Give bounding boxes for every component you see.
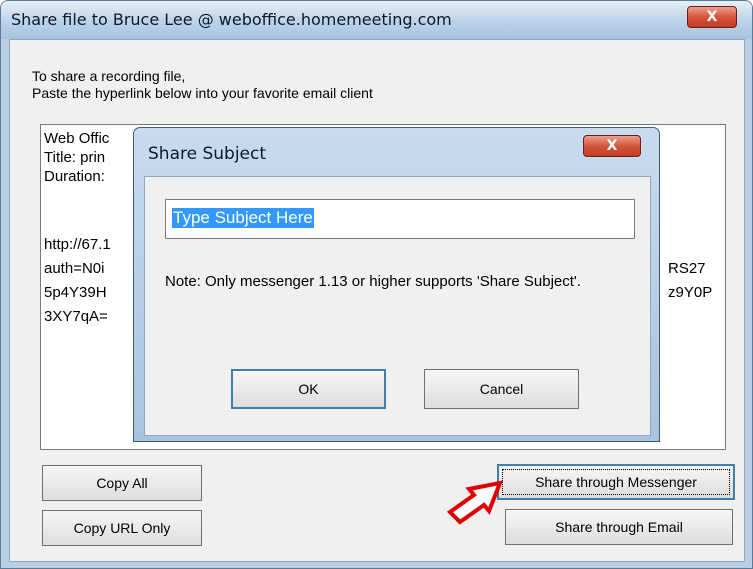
share-through-messenger-button[interactable]: Share through Messenger xyxy=(497,464,735,500)
textarea-line: http://67.1 xyxy=(44,236,111,253)
copy-url-only-label: Copy URL Only xyxy=(73,520,171,536)
textarea-line: Title: prin xyxy=(44,149,106,166)
textarea-line: auth=N0i xyxy=(44,260,105,277)
subject-input[interactable]: Type Subject Here xyxy=(165,199,635,239)
textarea-line: 3XY7qA= xyxy=(44,308,108,325)
dialog-title: Share Subject xyxy=(148,144,267,164)
ok-button[interactable]: OK xyxy=(231,369,386,409)
close-button[interactable]: X xyxy=(687,6,737,28)
textarea-line: Web Offic xyxy=(44,130,110,147)
window-title: Share file to Bruce Lee @ weboffice.home… xyxy=(11,10,452,29)
ok-label: OK xyxy=(298,381,319,397)
textarea-line: Duration: xyxy=(44,168,105,185)
copy-url-only-button[interactable]: Copy URL Only xyxy=(42,510,202,546)
annotation-arrow-shape xyxy=(446,480,504,525)
share-messenger-label: Share through Messenger xyxy=(535,474,697,490)
textarea-line: 5p4Y39H xyxy=(44,284,107,301)
annotation-arrow-icon xyxy=(446,480,504,525)
title-bar[interactable]: Share file to Bruce Lee @ weboffice.home… xyxy=(1,1,752,39)
version-note: Note: Only messenger 1.13 or higher supp… xyxy=(165,273,581,290)
instruction-line-2: Paste the hyperlink below into your favo… xyxy=(32,85,373,101)
instructions: To share a recording file, Paste the hyp… xyxy=(32,68,373,102)
textarea-line: RS27 xyxy=(668,260,706,277)
cancel-button[interactable]: Cancel xyxy=(424,369,579,409)
subject-input-value: Type Subject Here xyxy=(172,208,314,228)
copy-all-button[interactable]: Copy All xyxy=(42,465,202,501)
cancel-label: Cancel xyxy=(479,381,524,397)
textarea-line: z9Y0P xyxy=(668,284,713,301)
instruction-line-1: To share a recording file, xyxy=(32,68,186,84)
share-through-email-button[interactable]: Share through Email xyxy=(505,509,733,545)
copy-all-label: Copy All xyxy=(96,475,148,491)
dialog-close-button[interactable]: X xyxy=(583,135,641,157)
share-email-label: Share through Email xyxy=(555,519,683,535)
